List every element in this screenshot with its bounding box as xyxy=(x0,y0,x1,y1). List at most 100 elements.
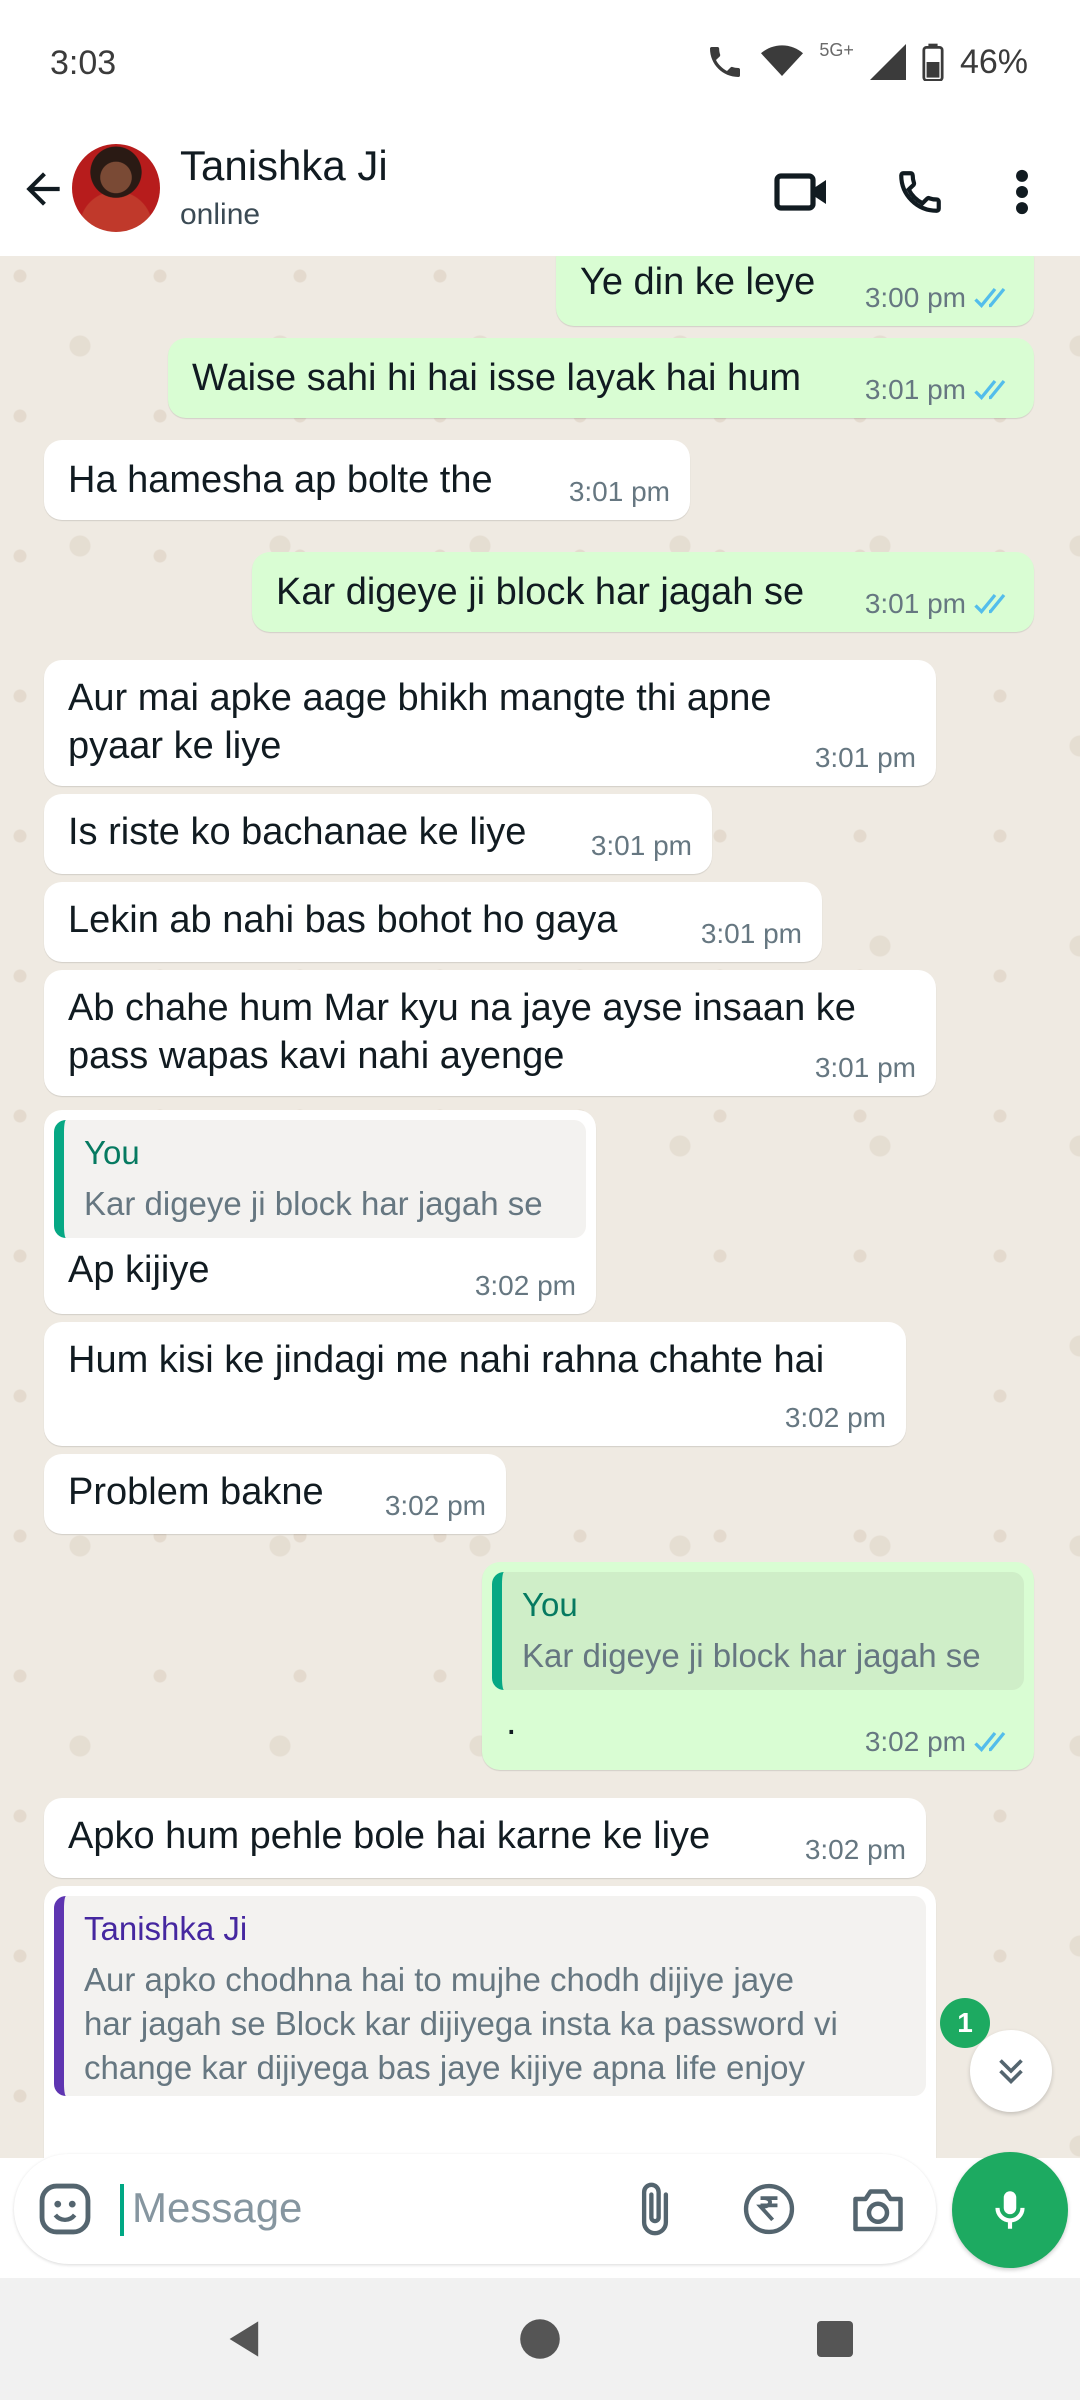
chat-area[interactable]: Ye din ke leye 3:00 pm Waise sahi hi hai… xyxy=(0,256,1080,2158)
read-ticks-icon xyxy=(974,1731,1006,1752)
quoted-text: Aur apko chodhna hai to mujhe chodh diji… xyxy=(84,1961,838,2086)
voice-call-icon[interactable] xyxy=(888,160,952,224)
message-text: Hum kisi ke jindagi me nahi rahna chahte… xyxy=(68,1339,825,1381)
quoted-sender: You xyxy=(84,1134,140,1171)
payment-rupee-icon[interactable] xyxy=(740,2180,798,2238)
scroll-to-bottom-button[interactable] xyxy=(970,2030,1052,2112)
read-ticks-icon xyxy=(974,287,1006,308)
message-bubble-outgoing[interactable]: Kar digeye ji block har jagah se 3:01 pm xyxy=(252,552,1034,632)
message-time: 3:02 pm xyxy=(804,1834,906,1865)
double-chevron-down-icon xyxy=(999,2059,1023,2085)
read-ticks-icon xyxy=(974,593,1006,614)
message-time: 3:02 pm xyxy=(864,1726,966,1757)
microphone-icon xyxy=(995,2191,1025,2229)
message-text: Ap kijiye xyxy=(68,1249,210,1291)
sticker-emoji-icon[interactable] xyxy=(36,2180,94,2238)
message-bubble-outgoing[interactable]: Waise sahi hi hai isse layak hai hum 3:0… xyxy=(168,338,1034,418)
chat-header: Tanishka Ji online xyxy=(0,128,1080,256)
message-bubble-incoming[interactable]: Ab chahe hum Mar kyu na jaye ayse insaan… xyxy=(44,970,936,1096)
message-meta: 3:02 pm xyxy=(865,1726,1016,1758)
message-meta: 3:01 pm xyxy=(701,918,802,950)
message-time: 3:01 pm xyxy=(814,742,916,773)
signal-icon xyxy=(869,44,906,80)
message-text: Ab chahe hum Mar kyu na jaye ayse insaan… xyxy=(68,987,856,1077)
quoted-text: Kar digeye ji block har jagah se xyxy=(522,1637,981,1674)
message-text: Aur mai apke aage bhikh mangte thi apne … xyxy=(68,677,772,767)
message-time: 3:02 pm xyxy=(474,1270,576,1301)
voice-message-button[interactable] xyxy=(952,2152,1068,2268)
message-meta: 3:01 pm xyxy=(815,742,916,774)
wifi-icon xyxy=(761,45,804,76)
quoted-message[interactable]: You Kar digeye ji block har jagah se xyxy=(492,1572,1024,1690)
video-call-icon[interactable] xyxy=(770,160,834,224)
message-meta: 3:02 pm xyxy=(475,1270,576,1302)
contact-name[interactable]: Tanishka Ji xyxy=(180,142,388,190)
message-bubble-incoming[interactable]: Apko hum pehle bole hai karne ke liye 3:… xyxy=(44,1798,926,1878)
message-bubble-outgoing-reply[interactable]: You Kar digeye ji block har jagah se . 3… xyxy=(482,1562,1034,1770)
message-bubble-incoming[interactable]: Problem bakne 3:02 pm xyxy=(44,1454,506,1534)
message-text: Waise sahi hi hai isse layak hai hum xyxy=(192,357,801,399)
message-text: Ha hamesha ap bolte the xyxy=(68,459,493,501)
message-time: 3:00 pm xyxy=(864,282,966,313)
message-bubble-incoming[interactable]: Ha hamesha ap bolte the 3:01 pm xyxy=(44,440,690,520)
status-bar: 3:03 5G+ 46% xyxy=(0,0,1080,128)
message-composer[interactable]: Message xyxy=(14,2154,936,2264)
status-time: 3:03 xyxy=(50,44,117,82)
contact-status: online xyxy=(180,198,261,231)
message-meta: 3:00 pm xyxy=(865,282,1016,314)
message-bubble-incoming-reply[interactable]: Tanishka Ji Aur apko chodhna hai to mujh… xyxy=(44,1886,936,2158)
message-time: 3:01 pm xyxy=(590,830,692,861)
battery-icon xyxy=(922,43,944,81)
message-input[interactable]: Message xyxy=(132,2184,302,2232)
message-time: 3:01 pm xyxy=(568,476,670,507)
message-meta: 3:02 pm xyxy=(785,1402,886,1434)
status-icons: 5G+ 46% xyxy=(705,40,1028,84)
quoted-text: Kar digeye ji block har jagah se xyxy=(84,1185,543,1222)
network-type-label: 5G+ xyxy=(819,39,854,60)
read-ticks-icon xyxy=(974,379,1006,400)
message-time: 3:01 pm xyxy=(864,588,966,619)
message-text: Problem bakne xyxy=(68,1471,324,1513)
message-bubble-incoming[interactable]: Hum kisi ke jindagi me nahi rahna chahte… xyxy=(44,1322,906,1446)
camera-icon[interactable] xyxy=(848,2180,908,2238)
message-time: 3:01 pm xyxy=(700,918,802,949)
message-bubble-incoming[interactable]: Lekin ab nahi bas bohot ho gaya 3:01 pm xyxy=(44,882,822,962)
message-time: 3:01 pm xyxy=(814,1052,916,1083)
message-meta: 3:02 pm xyxy=(805,1834,906,1866)
more-vert-icon[interactable] xyxy=(990,160,1054,224)
message-text: Kar digeye ji block har jagah se xyxy=(276,571,805,613)
nav-back-icon[interactable] xyxy=(220,2314,270,2364)
message-text: Ye din ke leye xyxy=(580,261,816,303)
unread-count-badge: 1 xyxy=(940,1998,990,2048)
message-bubble-incoming[interactable]: Aur mai apke aage bhikh mangte thi apne … xyxy=(44,660,936,786)
quoted-sender: You xyxy=(522,1586,578,1623)
message-meta: 3:02 pm xyxy=(385,1490,486,1522)
message-meta: 3:01 pm xyxy=(865,374,1016,406)
system-navigation-bar xyxy=(0,2278,1080,2400)
message-text: Apko hum pehle bole hai karne ke liye xyxy=(68,1815,711,1857)
message-time: 3:02 pm xyxy=(784,1402,886,1433)
message-time: 3:01 pm xyxy=(864,374,966,405)
attach-icon[interactable] xyxy=(626,2180,684,2238)
quoted-sender: Tanishka Ji xyxy=(84,1910,248,1947)
message-meta: 3:01 pm xyxy=(591,830,692,862)
quoted-message[interactable]: Tanishka Ji Aur apko chodhna hai to mujh… xyxy=(54,1896,926,2096)
text-cursor xyxy=(120,2184,124,2236)
message-bubble-incoming-reply[interactable]: You Kar digeye ji block har jagah se Ap … xyxy=(44,1110,596,1314)
message-text: Lekin ab nahi bas bohot ho gaya xyxy=(68,899,618,941)
wifi-call-icon xyxy=(710,47,741,77)
message-text: . xyxy=(506,1701,517,1743)
message-meta: 3:01 pm xyxy=(569,476,670,508)
message-time: 3:02 pm xyxy=(384,1490,486,1521)
quoted-message[interactable]: You Kar digeye ji block har jagah se xyxy=(54,1120,586,1238)
message-bubble-incoming[interactable]: Is riste ko bachanae ke liye 3:01 pm xyxy=(44,794,712,874)
message-meta: 3:01 pm xyxy=(815,1052,916,1084)
contact-avatar[interactable] xyxy=(72,144,160,232)
message-meta: 3:01 pm xyxy=(865,588,1016,620)
nav-recents-icon[interactable] xyxy=(810,2314,860,2364)
message-text: Is riste ko bachanae ke liye xyxy=(68,811,527,853)
nav-home-icon[interactable] xyxy=(515,2314,565,2364)
battery-percent: 46% xyxy=(959,42,1028,81)
back-arrow-icon[interactable] xyxy=(18,164,68,214)
message-bubble-outgoing[interactable]: Ye din ke leye 3:00 pm xyxy=(556,256,1034,326)
